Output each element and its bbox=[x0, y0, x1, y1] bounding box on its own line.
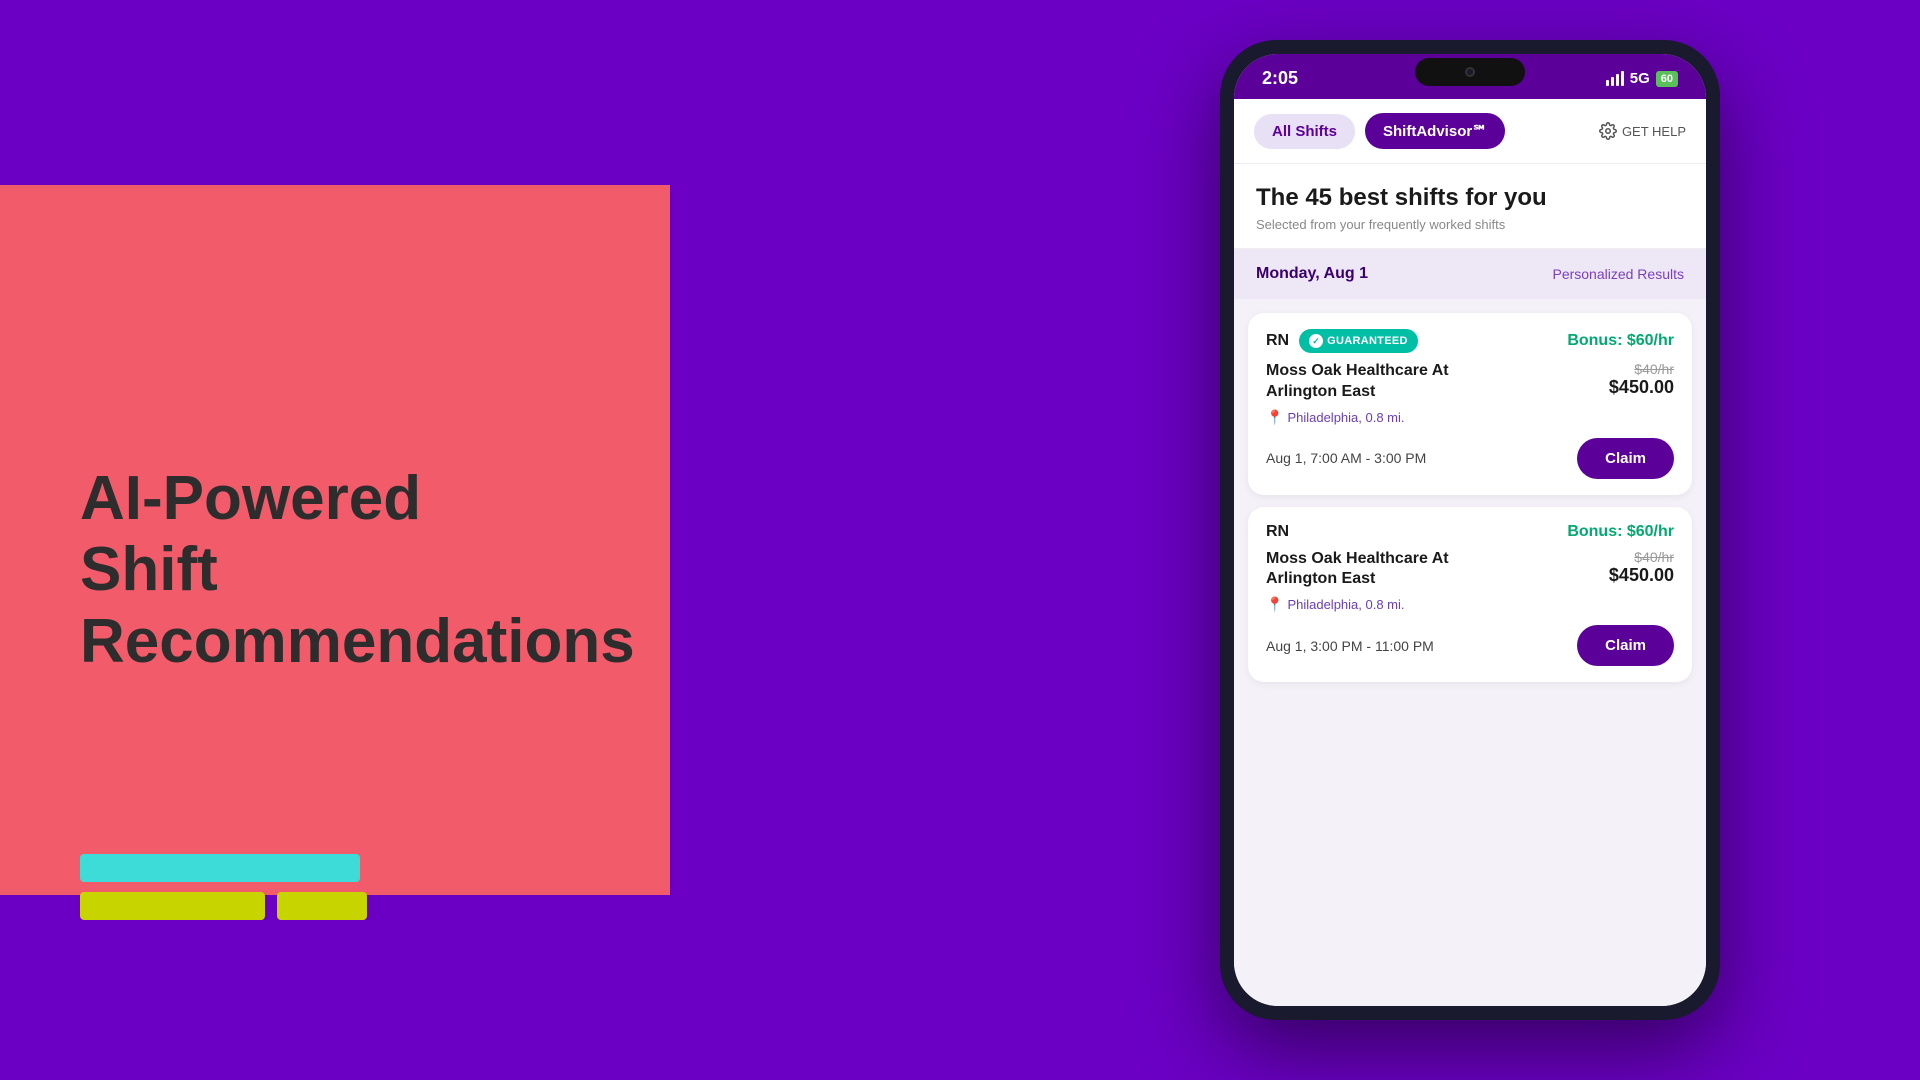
card-2-price-block: $40/hr $450.00 bbox=[1609, 549, 1674, 586]
bar-row bbox=[80, 892, 367, 920]
battery-level: 60 bbox=[1656, 71, 1678, 87]
date-text: Monday, Aug 1 bbox=[1256, 265, 1368, 283]
card-1-original-price: $40/hr bbox=[1609, 361, 1674, 377]
card-2-location: Philadelphia, 0.8 mi. bbox=[1287, 597, 1404, 612]
card-1-time: Aug 1, 7:00 AM - 3:00 PM bbox=[1266, 450, 1426, 466]
guaranteed-badge: ✓ GUARANTEED bbox=[1299, 329, 1418, 353]
card-2-left-top: RN bbox=[1266, 523, 1289, 541]
get-help-button[interactable]: GET HELP bbox=[1599, 122, 1686, 140]
location-pin-icon: 📍 bbox=[1266, 409, 1283, 426]
decorative-bars bbox=[80, 854, 367, 920]
dynamic-island bbox=[1415, 58, 1525, 86]
phone-frame: 2:05 5G 60 All Shifts ShiftAdvisor℠ bbox=[1220, 40, 1720, 1020]
date-header: Monday, Aug 1 Personalized Results bbox=[1234, 249, 1706, 299]
camera-dot bbox=[1465, 67, 1475, 77]
card-1-price-block: $40/hr $450.00 bbox=[1609, 361, 1674, 398]
get-help-label: GET HELP bbox=[1622, 124, 1686, 139]
left-panel: AI-Powered Shift Recommendations bbox=[0, 0, 660, 1080]
status-right: 5G 60 bbox=[1606, 70, 1678, 87]
card-1-left-top: RN ✓ GUARANTEED bbox=[1266, 329, 1418, 353]
headline: AI-Powered Shift Recommendations bbox=[80, 463, 660, 677]
signal-bar-2 bbox=[1611, 77, 1614, 86]
card-2-final-price: $450.00 bbox=[1609, 565, 1674, 586]
card-1-location-row: 📍 Philadelphia, 0.8 mi. bbox=[1266, 409, 1674, 426]
signal-bar-4 bbox=[1621, 71, 1624, 86]
card-1-location: Philadelphia, 0.8 mi. bbox=[1287, 410, 1404, 425]
gear-icon bbox=[1599, 122, 1617, 140]
network-type: 5G bbox=[1630, 70, 1650, 87]
bar-yellow-long bbox=[80, 892, 265, 920]
card-1-facility: Moss Oak Healthcare At Arlington East bbox=[1266, 361, 1486, 403]
signal-bar-1 bbox=[1606, 80, 1609, 86]
status-time: 2:05 bbox=[1262, 68, 1298, 89]
card-2-original-price: $40/hr bbox=[1609, 549, 1674, 565]
check-circle-icon: ✓ bbox=[1309, 334, 1323, 348]
card-2-location-row: 📍 Philadelphia, 0.8 mi. bbox=[1266, 596, 1674, 613]
hero-subtitle: Selected from your frequently worked shi… bbox=[1256, 217, 1684, 232]
phone-screen: 2:05 5G 60 All Shifts ShiftAdvisor℠ bbox=[1234, 54, 1706, 1006]
card-1-middle: Moss Oak Healthcare At Arlington East $4… bbox=[1266, 361, 1674, 403]
shift-card-1: RN ✓ GUARANTEED Bonus: $60/hr Moss Oak H… bbox=[1248, 313, 1692, 495]
card-1-bottom-row: Aug 1, 7:00 AM - 3:00 PM Claim bbox=[1266, 438, 1674, 479]
card-2-bonus: Bonus: $60/hr bbox=[1567, 523, 1674, 541]
hero-section: The 45 best shifts for you Selected from… bbox=[1234, 164, 1706, 249]
tab-bar: All Shifts ShiftAdvisor℠ GET HELP bbox=[1234, 99, 1706, 164]
signal-bars-icon bbox=[1606, 71, 1624, 86]
card-1-bonus: Bonus: $60/hr bbox=[1567, 332, 1674, 350]
shift-card-2: RN Bonus: $60/hr Moss Oak Healthcare At … bbox=[1248, 507, 1692, 683]
bar-yellow-short bbox=[277, 892, 367, 920]
card-2-time: Aug 1, 3:00 PM - 11:00 PM bbox=[1266, 638, 1434, 654]
bar-cyan bbox=[80, 854, 360, 882]
claim-button-2[interactable]: Claim bbox=[1577, 625, 1674, 666]
tab-all-shifts[interactable]: All Shifts bbox=[1254, 114, 1355, 149]
card-2-bottom-row: Aug 1, 3:00 PM - 11:00 PM Claim bbox=[1266, 625, 1674, 666]
claim-button-1[interactable]: Claim bbox=[1577, 438, 1674, 479]
card-1-top-row: RN ✓ GUARANTEED Bonus: $60/hr bbox=[1266, 329, 1674, 353]
tab-shift-advisor[interactable]: ShiftAdvisor℠ bbox=[1365, 113, 1505, 149]
personalized-results-label: Personalized Results bbox=[1552, 266, 1684, 282]
location-pin-icon-2: 📍 bbox=[1266, 596, 1283, 613]
card-1-final-price: $450.00 bbox=[1609, 377, 1674, 398]
hero-title: The 45 best shifts for you bbox=[1256, 184, 1684, 212]
card-2-role: RN bbox=[1266, 523, 1289, 541]
card-2-top-row: RN Bonus: $60/hr bbox=[1266, 523, 1674, 541]
shifts-container: RN ✓ GUARANTEED Bonus: $60/hr Moss Oak H… bbox=[1234, 299, 1706, 1006]
phone-wrapper: 2:05 5G 60 All Shifts ShiftAdvisor℠ bbox=[1220, 40, 1720, 1020]
card-2-middle: Moss Oak Healthcare At Arlington East $4… bbox=[1266, 549, 1674, 591]
card-2-facility: Moss Oak Healthcare At Arlington East bbox=[1266, 549, 1486, 591]
guaranteed-label: GUARANTEED bbox=[1327, 335, 1408, 347]
headline-line2: Shift Recommendations bbox=[80, 535, 635, 675]
signal-bar-3 bbox=[1616, 74, 1619, 86]
card-1-role: RN bbox=[1266, 332, 1289, 350]
headline-line1: AI-Powered bbox=[80, 464, 421, 533]
